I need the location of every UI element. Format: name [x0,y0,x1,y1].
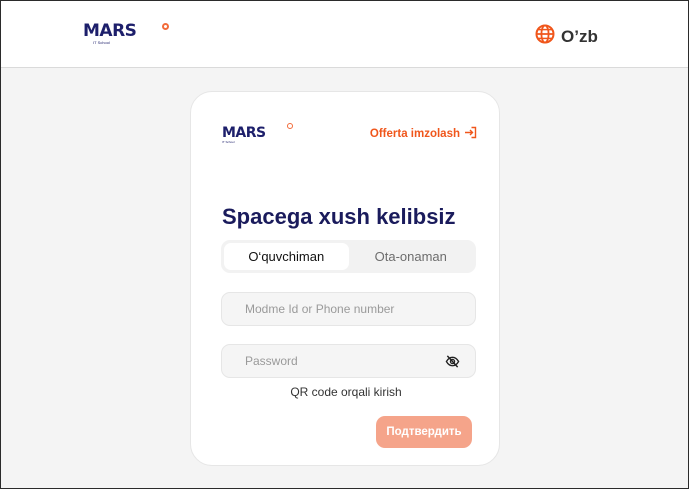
sign-in-icon [464,126,477,142]
role-tabs: O‘quvchiman Ota-onaman [221,240,476,273]
card-logo: MARS IT School [222,123,293,144]
submit-button[interactable]: Подтвердить [376,416,472,448]
top-bar: MARS IT School O’zb [1,1,688,68]
globe-icon [535,24,555,49]
logo-wordmark: MARS [83,21,137,41]
logo-ring-mark [162,23,169,30]
offerta-label: Offerta imzolash [369,128,460,140]
tab-student[interactable]: O‘quvchiman [224,243,349,270]
password-field [221,344,476,378]
logo-wordmark: MARS [222,125,266,141]
logo-subtitle: IT School [222,140,235,144]
login-card: MARS IT School Offerta imzolash Spacega … [190,91,500,466]
language-label: O’zb [561,26,598,46]
logo-ring-mark [287,123,293,129]
logo-subtitle: IT School [93,40,110,45]
eye-off-icon[interactable] [445,354,460,369]
mars-logo[interactable]: MARS IT School [83,21,169,45]
tab-parent[interactable]: Ota-onaman [349,243,474,270]
offerta-link[interactable]: Offerta imzolash [370,126,477,142]
language-switcher[interactable]: O’zb [535,24,598,49]
login-input[interactable] [245,302,460,316]
page-title: Spacega xush kelibsiz [222,204,456,229]
qr-login-link[interactable]: QR code orqali kirish [191,385,501,399]
password-input[interactable] [245,354,445,368]
login-field [221,292,476,326]
